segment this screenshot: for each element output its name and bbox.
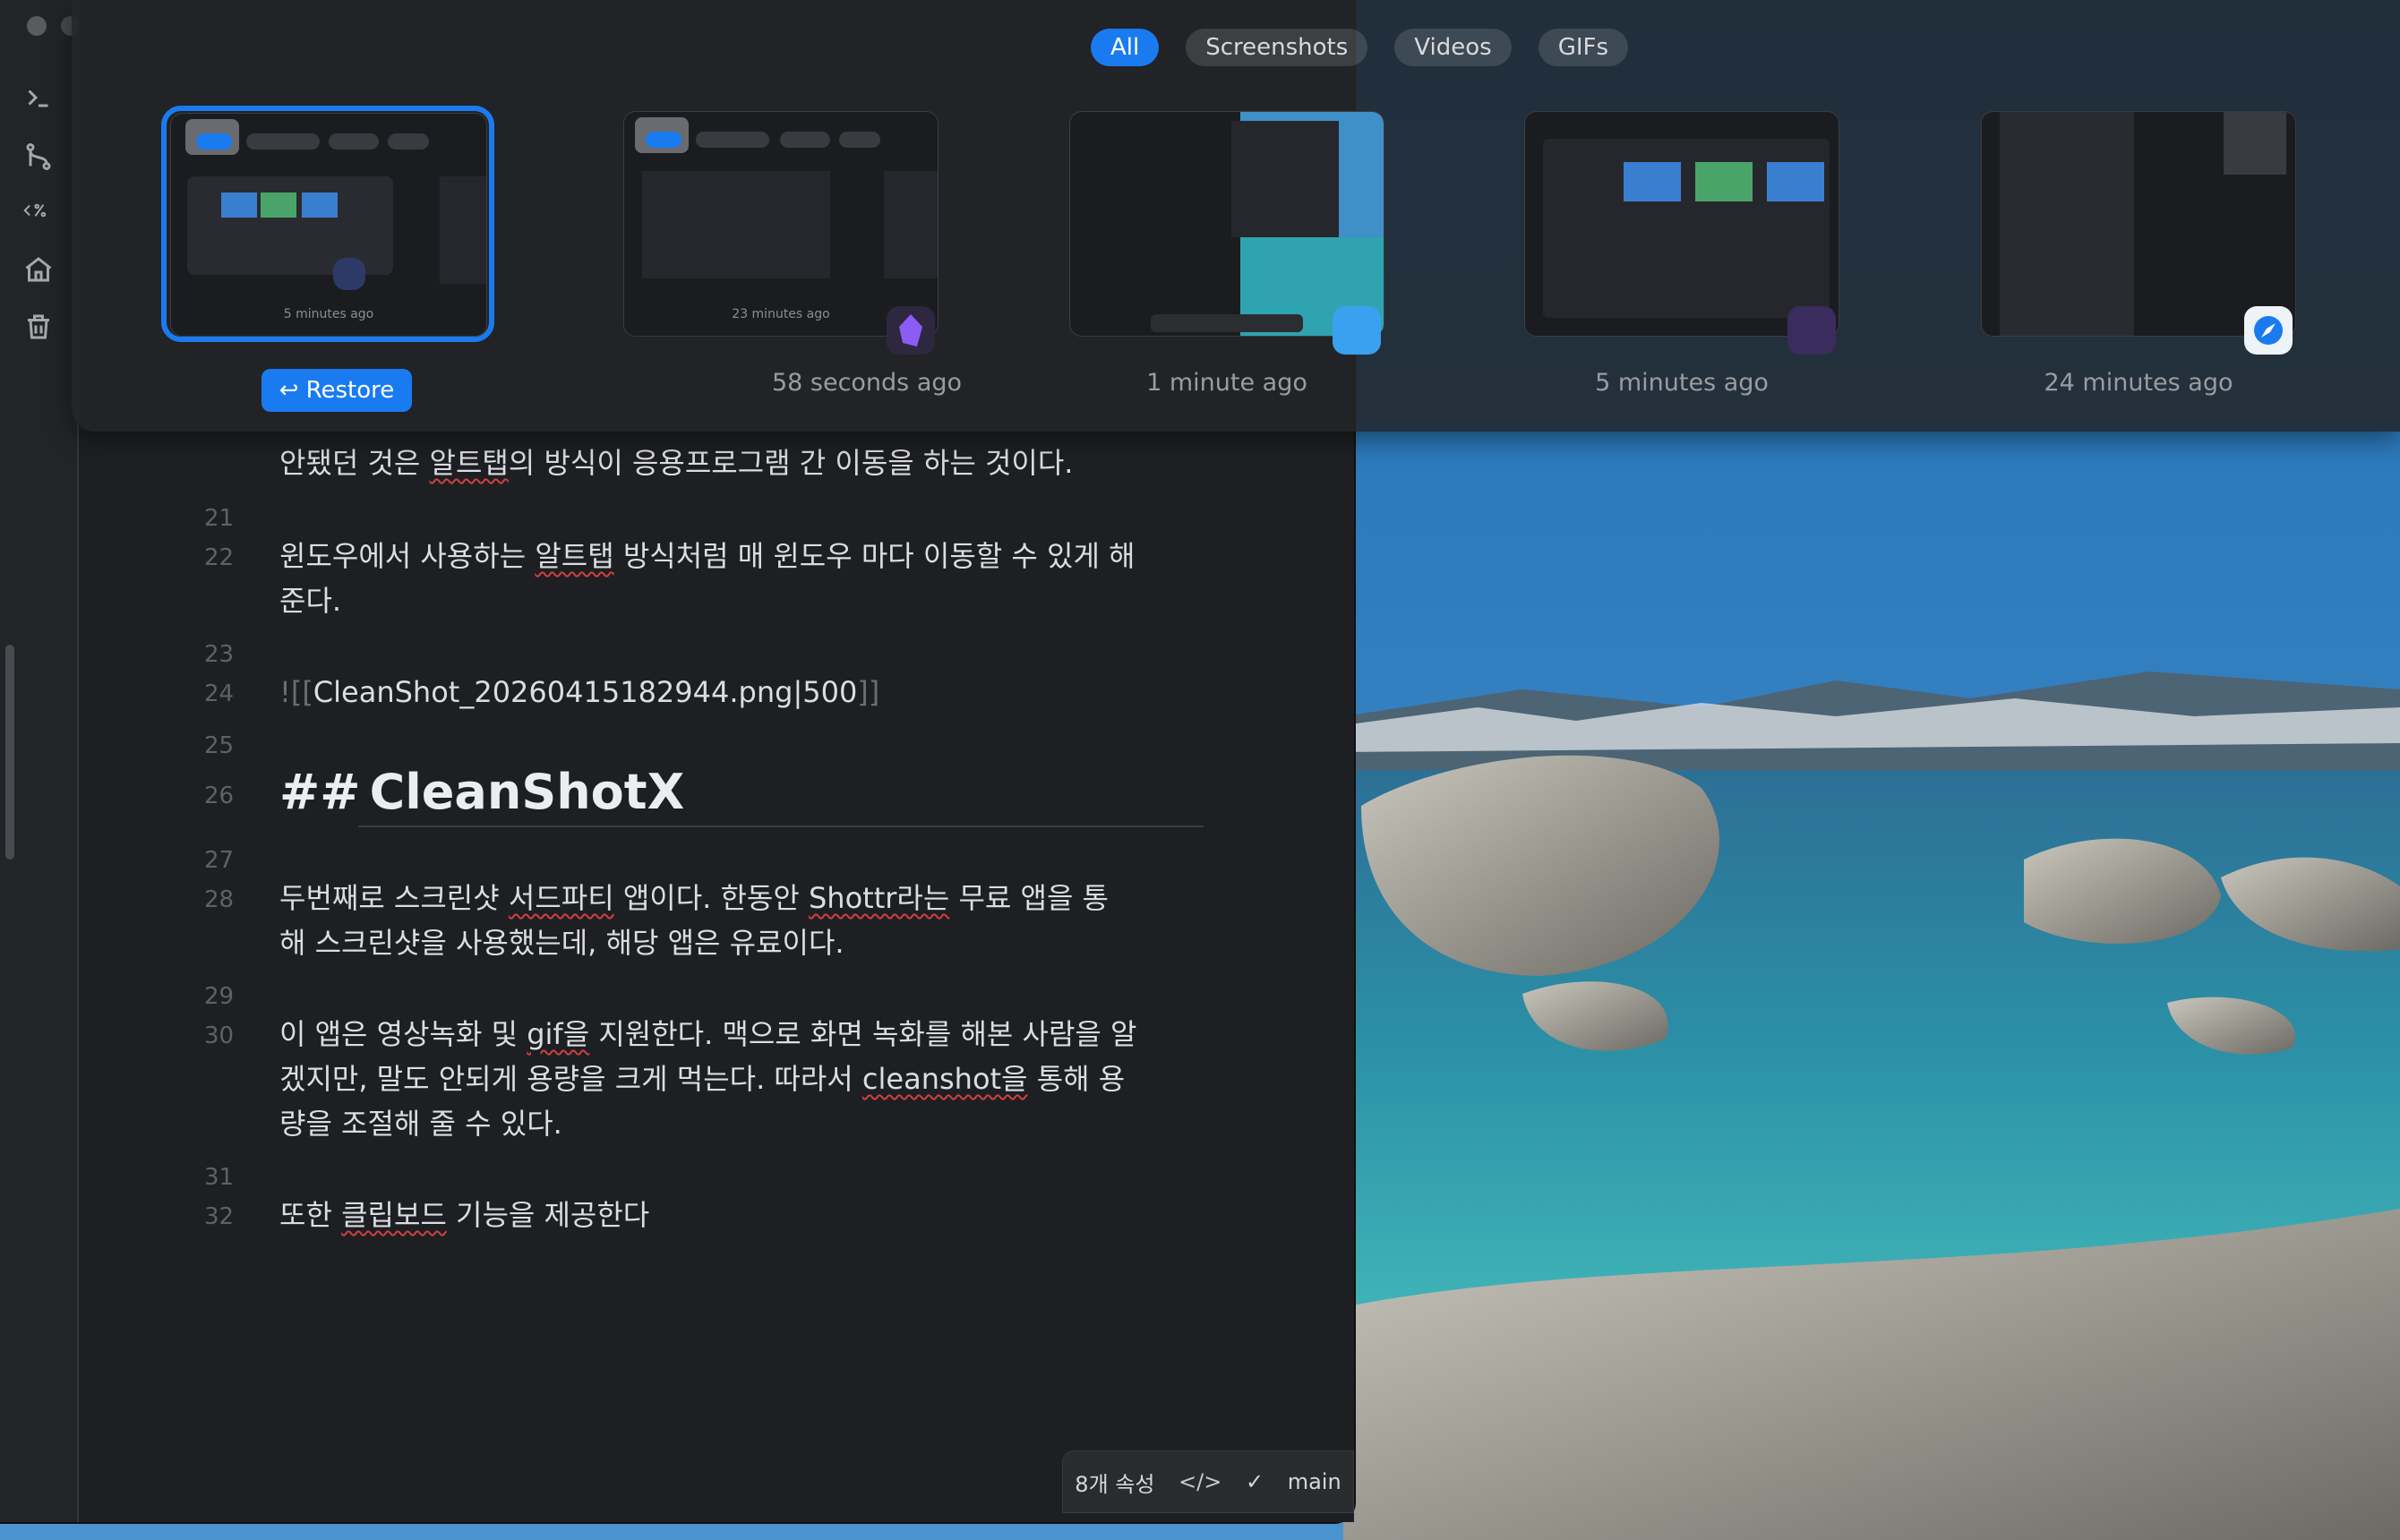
- finder-icon: [1333, 306, 1381, 355]
- heading-marker: ##: [279, 764, 361, 820]
- restore-label: Restore: [305, 377, 395, 404]
- properties-count[interactable]: 8개 속성: [1075, 1467, 1154, 1498]
- close-window-button[interactable]: [27, 16, 47, 36]
- spell-error-word[interactable]: 서드파티: [509, 881, 614, 915]
- image-embed-link[interactable]: ![[CleanShot_20260415182944.png|500]]: [279, 670, 1220, 715]
- checkmark-icon[interactable]: ✓: [1246, 1469, 1264, 1494]
- window-card[interactable]: [1972, 106, 2305, 355]
- spell-error-word[interactable]: 클립보드: [341, 1198, 447, 1232]
- restore-button[interactable]: ↩ Restore: [261, 369, 412, 412]
- thumbnail-preview: [1070, 112, 1384, 336]
- spell-error-word[interactable]: Shottr라는: [809, 881, 949, 915]
- line-number: 29: [204, 983, 235, 1010]
- cleanshot-icon: [1787, 306, 1836, 355]
- filter-videos[interactable]: Videos: [1394, 29, 1512, 66]
- thumbnail-preview: [171, 114, 486, 336]
- return-arrow-icon: ↩: [279, 377, 299, 404]
- status-bar: 8개 속성 </> ✓ main: [1062, 1450, 1354, 1513]
- spell-error-word[interactable]: 알트탭: [535, 539, 613, 573]
- window-switcher-overlay: All Screenshots Videos GIFs 5 minutes ag…: [72, 0, 2400, 432]
- window-card[interactable]: 23 minutes ago: [614, 106, 947, 355]
- filter-tabs: All Screenshots Videos GIFs: [1091, 29, 1629, 66]
- card-time: 58 seconds ago: [771, 369, 963, 397]
- templater-icon[interactable]: [18, 190, 59, 231]
- embed-close-bracket: ]]: [857, 675, 880, 709]
- line-text: 또한 클립보드 기능을 제공한다: [279, 1198, 650, 1232]
- obsidian-icon: [887, 306, 935, 355]
- window-thumbnail: [1981, 111, 2296, 337]
- window-thumbnail: [1069, 111, 1384, 337]
- terminal-icon[interactable]: [18, 77, 59, 118]
- card-time: 24 minutes ago: [2044, 369, 2233, 397]
- ribbon-scrollbar[interactable]: [5, 645, 14, 860]
- code-icon[interactable]: </>: [1179, 1469, 1221, 1494]
- thumbnail-preview: [624, 112, 938, 336]
- heading-text: CleanShotX: [369, 764, 685, 820]
- line-text: 윈도우에서 사용하는 알트탭 방식처럼 매 윈도우 마다 이동할 수 있게 해: [279, 539, 1136, 573]
- cleanshot-icon: [333, 258, 365, 290]
- heading-underline: [358, 826, 1204, 827]
- line-text: 이 앱은 영상녹화 및 gif을 지원한다. 맥으로 화면 녹화를 해본 사람을…: [279, 1017, 1137, 1051]
- line-number: 31: [204, 1164, 235, 1191]
- line-text: 량을 조절해 줄 수 있다.: [279, 1107, 562, 1141]
- thumbnail-preview: [1525, 112, 1839, 336]
- thumbnail-preview: [1982, 112, 2295, 336]
- line-text: 안됐던 것은 알트탭의 방식이 응용프로그램 간 이동을 하는 것이다.: [279, 446, 1074, 480]
- card-time: 1 minute ago: [1146, 369, 1307, 397]
- spell-error-word[interactable]: cleanshot을: [862, 1062, 1028, 1096]
- line-text: 해 스크린샷을 사용했는데, 해당 앱은 유료이다.: [279, 926, 844, 960]
- line-number: 25: [204, 732, 235, 759]
- window-thumbnail: 23 minutes ago: [623, 111, 939, 337]
- line-text: 두번째로 스크린샷 서드파티 앱이다. 한동안 Shottr라는 무료 앱을 통: [279, 881, 1109, 915]
- line-number: 23: [204, 641, 235, 668]
- line-text: 준다.: [279, 584, 342, 618]
- window-card[interactable]: 5 minutes ago: [161, 106, 494, 342]
- spell-error-word[interactable]: 알트탭: [430, 446, 509, 480]
- trash-icon[interactable]: [18, 306, 59, 347]
- line-number: 21: [204, 505, 235, 532]
- window-thumbnail: 5 minutes ago: [170, 113, 487, 337]
- embed-open-bracket: ![[: [279, 675, 313, 709]
- thumbnail-time: 5 minutes ago: [283, 307, 374, 321]
- card-time: 5 minutes ago: [1595, 369, 1769, 397]
- git-branch-label[interactable]: main: [1288, 1469, 1341, 1494]
- safari-icon: [2244, 306, 2293, 355]
- heading-2: ## CleanShotX: [279, 761, 1220, 830]
- embed-filename: CleanShot_20260415182944.png|500: [313, 675, 858, 709]
- filter-gifs[interactable]: GIFs: [1538, 29, 1629, 66]
- window-thumbnail: [1524, 111, 1839, 337]
- spell-error-word[interactable]: gif을: [527, 1017, 589, 1051]
- left-ribbon: [0, 0, 81, 1522]
- window-card[interactable]: [1515, 106, 1848, 355]
- filter-all[interactable]: All: [1091, 29, 1160, 66]
- line-text: 겠지만, 말도 안되게 용량을 크게 먹는다. 따라서 cleanshot을 통…: [279, 1062, 1126, 1096]
- line-number: 27: [204, 847, 235, 874]
- git-branch-icon[interactable]: [18, 136, 59, 177]
- home-icon[interactable]: [18, 249, 59, 290]
- window-card[interactable]: [1060, 106, 1393, 355]
- filter-screenshots[interactable]: Screenshots: [1186, 29, 1368, 66]
